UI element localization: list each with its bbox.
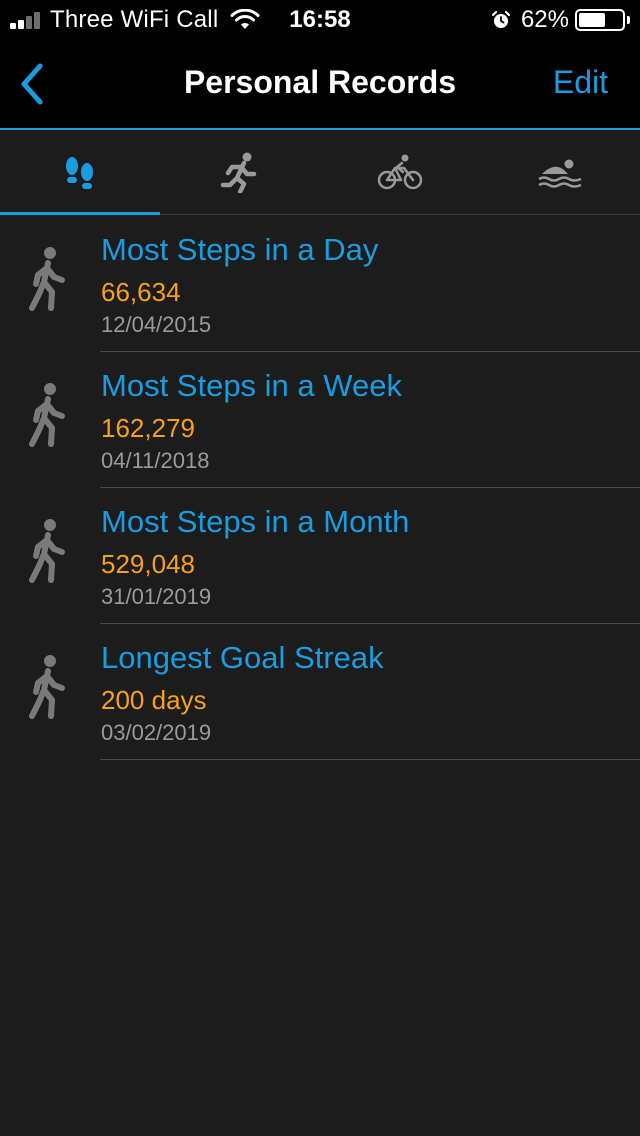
record-title: Most Steps in a Week <box>101 368 402 403</box>
record-text: Most Steps in a Day 66,634 12/04/2015 <box>100 216 640 352</box>
swimming-icon <box>538 159 582 188</box>
record-text: Most Steps in a Month 529,048 31/01/2019 <box>100 488 640 624</box>
running-icon <box>220 152 257 193</box>
record-item-longest-goal-streak[interactable]: Longest Goal Streak 200 days 03/02/2019 <box>0 624 640 760</box>
record-item-most-steps-week[interactable]: Most Steps in a Week 162,279 04/11/2018 <box>0 352 640 488</box>
record-text: Longest Goal Streak 200 days 03/02/2019 <box>100 624 640 760</box>
walking-icon <box>29 383 65 447</box>
record-value: 162,279 <box>101 413 195 443</box>
tab-cycling[interactable] <box>320 130 480 214</box>
records-list: Most Steps in a Day 66,634 12/04/2015 Mo… <box>0 216 640 760</box>
walking-icon <box>29 519 65 583</box>
record-item-most-steps-month[interactable]: Most Steps in a Month 529,048 31/01/2019 <box>0 488 640 624</box>
record-date: 04/11/2018 <box>101 448 210 473</box>
record-item-most-steps-day[interactable]: Most Steps in a Day 66,634 12/04/2015 <box>0 216 640 352</box>
record-date: 31/01/2019 <box>101 584 212 609</box>
record-value: 200 days <box>101 685 207 715</box>
tab-swimming[interactable] <box>480 130 640 214</box>
alarm-clock-icon <box>491 10 511 28</box>
activity-tab-bar <box>0 130 640 215</box>
battery-icon <box>575 9 625 31</box>
record-date: 03/02/2019 <box>101 720 212 745</box>
battery-cap <box>627 16 630 24</box>
record-title: Most Steps in a Day <box>101 232 379 267</box>
footsteps-icon <box>66 157 93 189</box>
status-bar: Three WiFi Call 16:58 62% <box>0 0 640 40</box>
page-title: Personal Records <box>183 64 457 100</box>
battery-percent: 62% <box>520 6 569 33</box>
record-title: Longest Goal Streak <box>101 640 384 675</box>
status-right: 62% <box>491 6 630 34</box>
navigation-bar: Personal Records Edit <box>0 40 640 130</box>
walking-icon <box>29 247 65 311</box>
record-date: 12/04/2015 <box>101 312 212 337</box>
battery-fill <box>579 13 605 27</box>
record-title: Most Steps in a Month <box>101 504 410 539</box>
edit-button[interactable]: Edit <box>553 64 608 101</box>
tab-running[interactable] <box>160 130 320 214</box>
record-value: 66,634 <box>101 277 181 307</box>
record-value: 529,048 <box>101 549 195 579</box>
tab-steps[interactable] <box>0 130 160 215</box>
cycling-icon <box>377 154 423 190</box>
walking-icon <box>29 655 65 719</box>
record-text: Most Steps in a Week 162,279 04/11/2018 <box>100 352 640 488</box>
